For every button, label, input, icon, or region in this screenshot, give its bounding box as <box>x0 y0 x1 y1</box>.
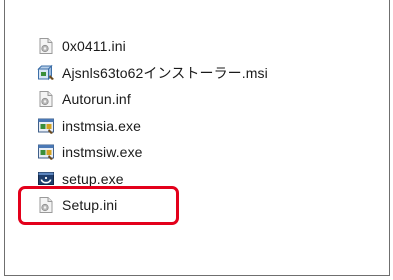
file-item-ajsnls-msi[interactable]: Ajsnls63to62インストーラー.msi <box>37 60 268 87</box>
file-name: Autorun.inf <box>62 91 131 108</box>
file-name: Setup.ini <box>62 197 118 214</box>
file-name: instmsiw.exe <box>62 144 143 161</box>
settings-file-icon <box>37 37 55 55</box>
settings-file-icon <box>37 196 55 214</box>
file-name: instmsia.exe <box>62 117 142 134</box>
settings-file-icon <box>37 90 55 108</box>
setup-app-icon <box>37 170 55 188</box>
installer-exe-icon <box>37 117 55 135</box>
installer-exe-icon <box>37 143 55 161</box>
file-name: setup.exe <box>62 170 124 187</box>
file-list-window: 0x0411.ini Ajsnls63to62インストーラー.msi Autor… <box>4 0 390 276</box>
file-item-autorun-inf[interactable]: Autorun.inf <box>37 86 268 113</box>
file-item-0x0411-ini[interactable]: 0x0411.ini <box>37 33 268 60</box>
file-name: Ajsnls63to62インストーラー.msi <box>62 64 268 81</box>
file-name: 0x0411.ini <box>62 38 126 55</box>
file-item-setup-ini[interactable]: Setup.ini <box>37 192 268 219</box>
file-item-setup-exe[interactable]: setup.exe <box>37 166 268 193</box>
installer-package-icon <box>37 64 55 82</box>
file-item-instmsia-exe[interactable]: instmsia.exe <box>37 113 268 140</box>
file-list: 0x0411.ini Ajsnls63to62インストーラー.msi Autor… <box>37 33 268 219</box>
file-item-instmsiw-exe[interactable]: instmsiw.exe <box>37 139 268 166</box>
